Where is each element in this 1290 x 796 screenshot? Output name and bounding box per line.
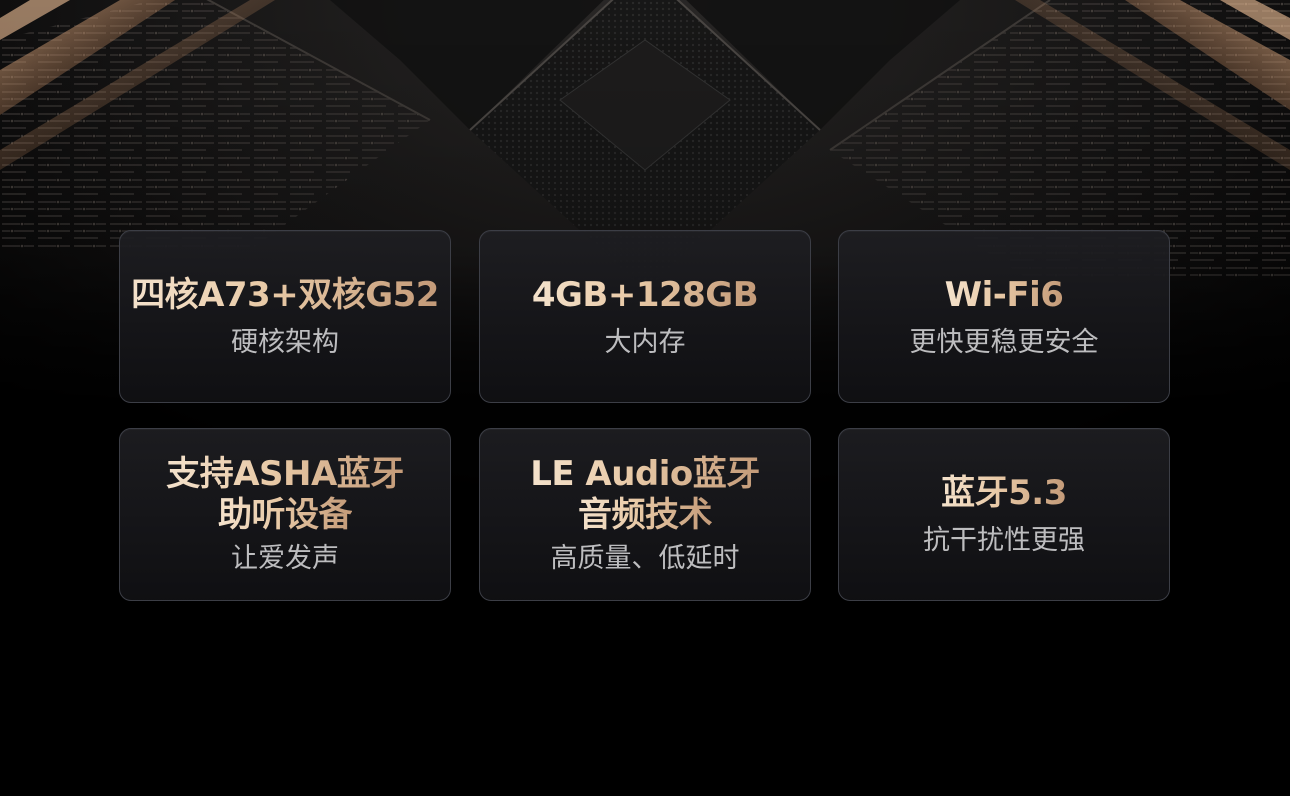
- card-subtitle: 抗干扰性更强: [923, 524, 1085, 556]
- card-subtitle: 让爱发声: [231, 542, 339, 574]
- feature-card-cpu: 四核A73+双核G52 硬核架构: [119, 230, 451, 403]
- feature-card-wifi: Wi-Fi6 更快更稳更安全: [838, 230, 1170, 403]
- card-subtitle: 硬核架构: [231, 326, 339, 358]
- card-subtitle: 大内存: [604, 326, 686, 358]
- feature-card-asha-bluetooth: 支持ASHA蓝牙 助听设备 让爱发声: [119, 428, 451, 601]
- feature-card-le-audio: LE Audio蓝牙 音频技术 高质量、低延时: [479, 428, 811, 601]
- card-title: 蓝牙5.3: [941, 472, 1067, 513]
- card-title-line-2: 音频技术: [578, 494, 713, 535]
- card-title: Wi-Fi6: [944, 274, 1064, 315]
- card-subtitle: 更快更稳更安全: [909, 326, 1099, 358]
- card-title: 四核A73+双核G52: [131, 274, 439, 315]
- feature-card-memory: 4GB+128GB 大内存: [479, 230, 811, 403]
- card-title-line-1: LE Audio蓝牙: [530, 453, 760, 494]
- feature-card-bluetooth: 蓝牙5.3 抗干扰性更强: [838, 428, 1170, 601]
- card-title: 4GB+128GB: [531, 274, 759, 315]
- card-title-line-1: 支持ASHA蓝牙: [166, 453, 404, 494]
- card-subtitle: 高质量、低延时: [550, 542, 740, 574]
- card-title-line-2: 助听设备: [218, 494, 353, 535]
